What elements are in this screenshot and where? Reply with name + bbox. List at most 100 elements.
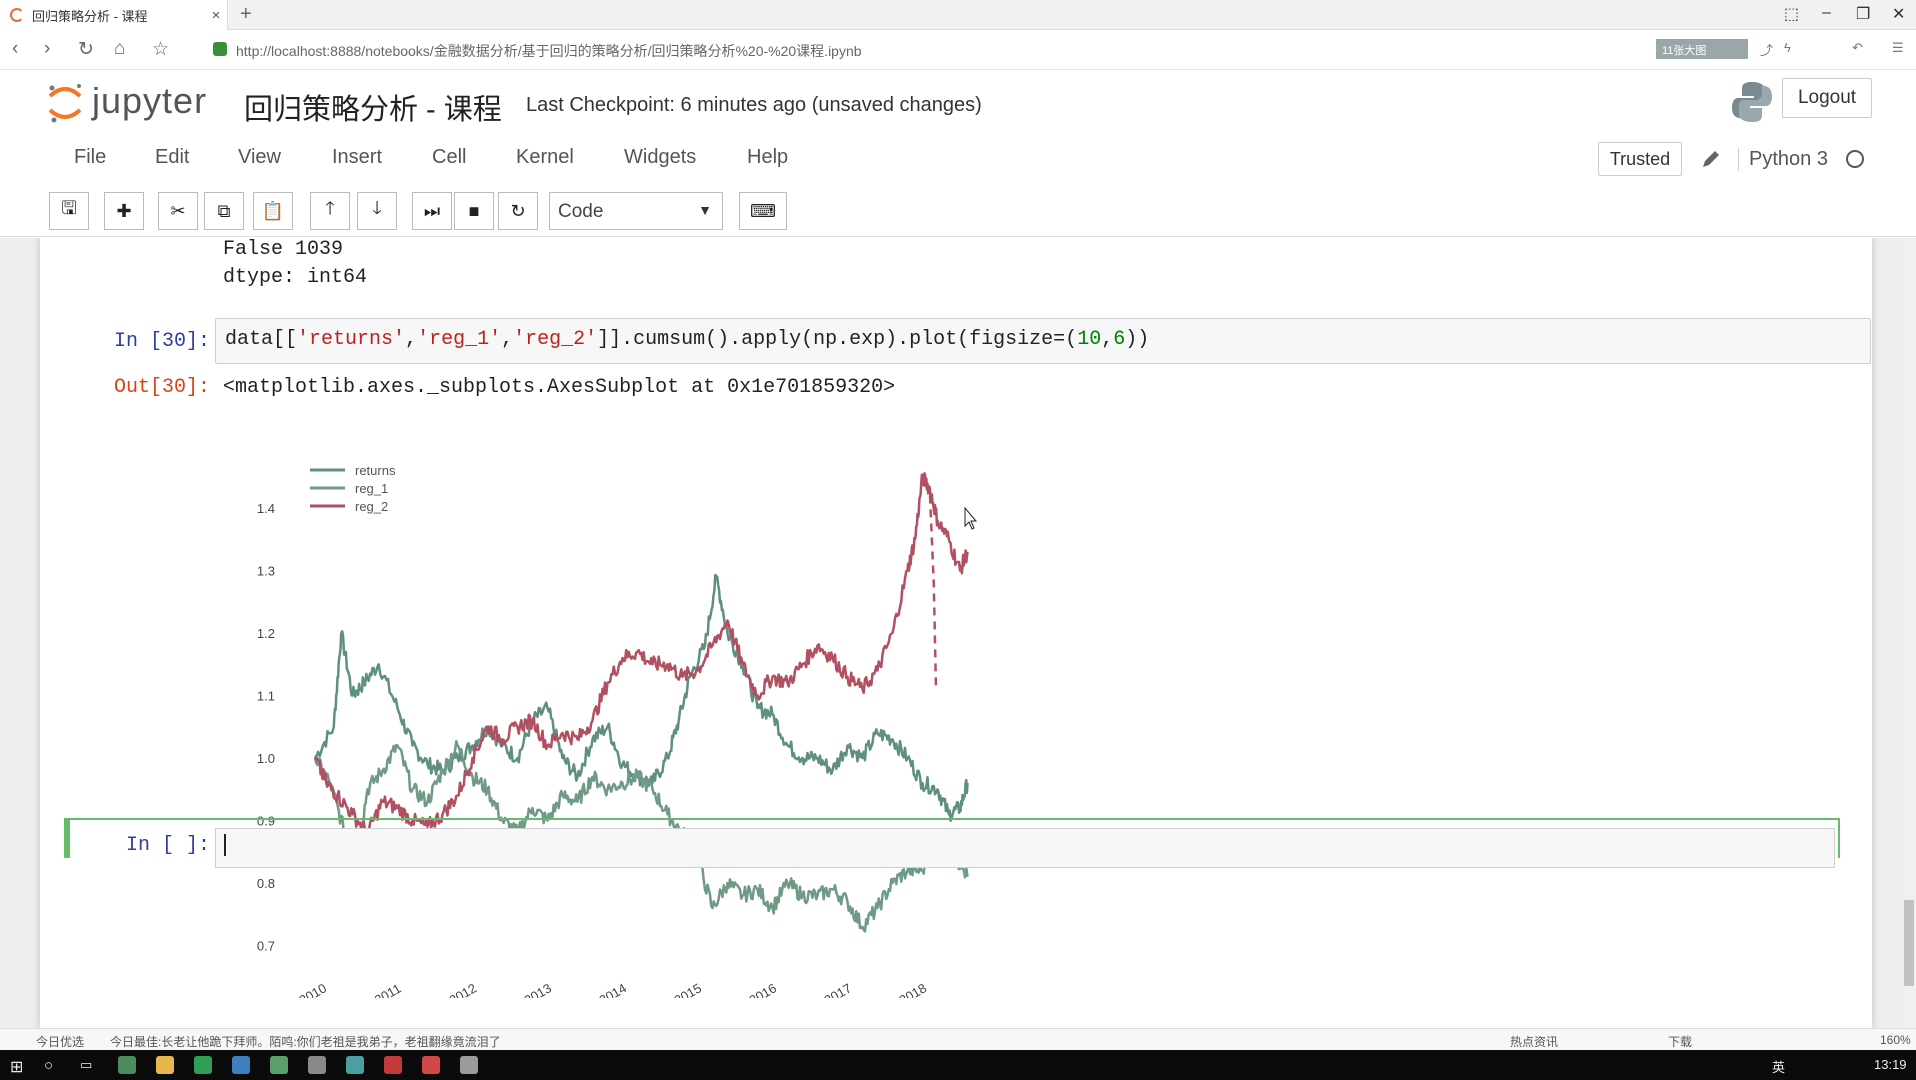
- cell-type-value: Code: [558, 201, 604, 222]
- menu-insert[interactable]: Insert: [332, 146, 382, 169]
- clock: 13:19: [1874, 1057, 1907, 1072]
- browser-tabbar: 回归策略分析 - 课程 × + ⬚ – ❐ ✕: [0, 0, 1916, 30]
- move-up-button[interactable]: 🡑: [310, 192, 350, 230]
- menu-file[interactable]: File: [74, 146, 106, 169]
- x-tick-label: 2017: [821, 980, 854, 998]
- reg2-dashed-segment: [928, 495, 938, 690]
- code-string: 'reg_2': [513, 328, 598, 351]
- run-button[interactable]: ⏭: [412, 192, 452, 230]
- image-badge[interactable]: 11张大图: [1656, 39, 1748, 59]
- kernel-idle-icon: [1846, 150, 1864, 168]
- x-tick-label: 2016: [746, 980, 779, 998]
- prev-output-line1: False 1039: [223, 238, 344, 261]
- grid-taskbar-icon[interactable]: [384, 1056, 402, 1074]
- checkpoint-status: Last Checkpoint: 6 minutes ago (unsaved …: [526, 94, 982, 116]
- browser-statusbar: 今日优选 今日最佳:长老让他跪下拜师。陌鸣:你们老祖是我弟子，老祖翻缘竟流泪了 …: [0, 1028, 1916, 1050]
- browser-tab[interactable]: 回归策略分析 - 课程 ×: [0, 0, 228, 30]
- tab-close-icon[interactable]: ×: [205, 7, 227, 24]
- code-input[interactable]: data[['returns','reg_1','reg_2']].cumsum…: [215, 318, 1871, 364]
- status-today-picks[interactable]: 今日优选: [36, 1033, 84, 1050]
- tab-title: 回归策略分析 - 课程: [32, 8, 148, 24]
- notebook-title[interactable]: 回归策略分析 - 课程: [244, 86, 502, 128]
- doc-taskbar-icon[interactable]: [460, 1056, 478, 1074]
- bookmark-star-icon[interactable]: ☆: [152, 38, 169, 61]
- new-tab-icon[interactable]: +: [240, 3, 252, 26]
- shield-taskbar-icon[interactable]: [232, 1056, 250, 1074]
- search-icon[interactable]: ○: [44, 1057, 53, 1074]
- home-icon[interactable]: ⌂: [114, 38, 125, 60]
- paste-button[interactable]: 📋: [253, 192, 293, 230]
- status-downloads[interactable]: 下载: [1668, 1033, 1692, 1050]
- next-code-input[interactable]: [215, 828, 1835, 868]
- menu-cell[interactable]: Cell: [432, 146, 466, 169]
- code-token: )): [1125, 328, 1150, 351]
- notebook-toolbar: 🖫 ✚ ✂ ⧉ 📋 🡑 🡓 ⏭ ■ ↻ Code ▼ ⌨: [0, 192, 1916, 237]
- menu-edit[interactable]: Edit: [155, 146, 189, 169]
- scissors-icon: ✂: [170, 200, 186, 221]
- notebook-page: False 1039 dtype: int64 In [30]: data[['…: [40, 238, 1872, 1028]
- browser-menu-icon[interactable]: ☰: [1892, 40, 1904, 56]
- copy-button[interactable]: ⧉: [204, 192, 244, 230]
- y-tick-label: 1.4: [257, 501, 275, 516]
- save-button[interactable]: 🖫: [49, 192, 89, 230]
- recorder-taskbar-icon[interactable]: [422, 1056, 440, 1074]
- history-back-icon[interactable]: ↶: [1852, 40, 1863, 56]
- menu-widgets[interactable]: Widgets: [624, 146, 696, 169]
- keyboard-icon: ⌨: [750, 200, 776, 221]
- out-prompt: Out[30]:: [113, 376, 210, 399]
- pin-icon[interactable]: ⬚: [1784, 4, 1799, 24]
- code-string: 'returns': [297, 328, 406, 351]
- reload-icon[interactable]: ↻: [78, 38, 94, 61]
- terminal-taskbar-icon[interactable]: [270, 1056, 288, 1074]
- status-zoom[interactable]: 160%: [1880, 1033, 1911, 1047]
- jupyter-header: jupyter 回归策略分析 - 课程 Last Checkpoint: 6 m…: [0, 70, 1916, 146]
- code-token: ,: [501, 328, 514, 351]
- url-text[interactable]: http://localhost:8888/notebooks/金融数据分析/基…: [236, 41, 862, 61]
- menu-view[interactable]: View: [238, 146, 281, 169]
- logout-button[interactable]: Logout: [1782, 78, 1872, 118]
- menu-kernel[interactable]: Kernel: [516, 146, 574, 169]
- restart-button[interactable]: ↻: [498, 192, 538, 230]
- share-icon[interactable]: ⤴: [1760, 40, 1773, 59]
- x-tick-label: 2010: [296, 980, 329, 998]
- scrollbar-thumb[interactable]: [1904, 900, 1914, 986]
- paste-icon: 📋: [261, 200, 285, 221]
- maximize-icon[interactable]: ❐: [1856, 4, 1870, 24]
- restart-icon: ↻: [510, 200, 526, 221]
- in-prompt: In [30]:: [113, 330, 210, 353]
- tool-taskbar-icon[interactable]: [308, 1056, 326, 1074]
- task-view-icon[interactable]: ▭: [80, 1057, 92, 1073]
- app-taskbar-icon[interactable]: [194, 1056, 212, 1074]
- y-tick-label: 1.2: [257, 626, 275, 641]
- jupyter-logo-icon[interactable]: [46, 82, 84, 124]
- cell-type-select[interactable]: Code ▼: [549, 192, 723, 230]
- command-palette-button[interactable]: ⌨: [739, 192, 787, 230]
- editor-taskbar-icon[interactable]: [346, 1056, 364, 1074]
- trusted-button[interactable]: Trusted: [1598, 142, 1682, 176]
- forward-icon[interactable]: ›: [44, 38, 50, 60]
- folder-taskbar-icon[interactable]: [156, 1056, 174, 1074]
- y-tick-label: 1.3: [257, 564, 275, 579]
- next-in-prompt: In [ ]:: [125, 834, 210, 857]
- arrow-up-icon: 🡑: [325, 198, 335, 218]
- edit-pencil-icon[interactable]: [1700, 148, 1722, 170]
- browser-taskbar-icon[interactable]: [118, 1056, 136, 1074]
- insert-cell-button[interactable]: ✚: [104, 192, 144, 230]
- address-bar: ‹ › ↻ ⌂ ☆ http://localhost:8888/notebook…: [0, 30, 1916, 70]
- move-down-button[interactable]: 🡓: [357, 192, 397, 230]
- input-language[interactable]: 英: [1772, 1057, 1785, 1076]
- cut-button[interactable]: ✂: [158, 192, 198, 230]
- close-window-icon[interactable]: ✕: [1892, 4, 1905, 24]
- back-icon[interactable]: ‹: [12, 38, 18, 60]
- kernel-name[interactable]: Python 3: [1738, 148, 1828, 171]
- status-news[interactable]: 今日最佳:长老让他跪下拜师。陌鸣:你们老祖是我弟子，老祖翻缘竟流泪了: [110, 1033, 501, 1050]
- minimize-icon[interactable]: –: [1822, 4, 1831, 22]
- interrupt-button[interactable]: ■: [454, 192, 494, 230]
- extension-icon[interactable]: ϟ: [1784, 40, 1791, 55]
- python-logo-icon: [1732, 82, 1772, 122]
- y-tick-label: 0.8: [257, 876, 275, 891]
- windows-start-icon[interactable]: ⊞: [10, 1057, 23, 1077]
- menu-help[interactable]: Help: [747, 146, 788, 169]
- jupyter-logo-text[interactable]: jupyter: [92, 80, 207, 122]
- status-hot-news[interactable]: 热点资讯: [1510, 1033, 1558, 1050]
